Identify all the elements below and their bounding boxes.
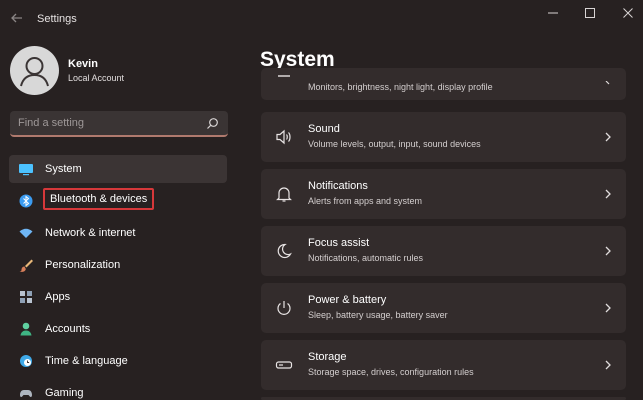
title-bar: Settings [0, 0, 643, 38]
card-title: Focus assist [308, 237, 370, 249]
card-subtitle: Notifications, automatic rules [308, 253, 424, 263]
bell-icon [275, 185, 293, 203]
account-type: Local Account [68, 73, 125, 83]
settings-card-notifications[interactable]: Notifications Alerts from apps and syste… [261, 169, 626, 219]
card-subtitle: Volume levels, output, input, sound devi… [308, 139, 481, 149]
settings-card-display[interactable]: Monitors, brightness, night light, displ… [261, 68, 626, 100]
sidebar-item-label: Gaming [45, 387, 84, 399]
back-arrow-icon[interactable] [9, 10, 25, 26]
sidebar-item-apps[interactable]: Apps [9, 283, 227, 311]
sidebar-item-label: Personalization [45, 259, 121, 271]
sidebar-item-label: System [45, 163, 82, 175]
search-box [10, 111, 228, 137]
sidebar-item-gaming[interactable]: Gaming [9, 379, 227, 400]
chevron-right-icon [602, 187, 614, 201]
card-title: Storage [308, 351, 347, 363]
main-content: System Monitors, brightness, night light… [250, 38, 643, 400]
settings-card-focus-assist[interactable]: Focus assist Notifications, automatic ru… [261, 226, 626, 276]
close-icon[interactable] [617, 4, 639, 22]
highlight-box: Bluetooth & devices [43, 188, 155, 210]
card-subtitle: Monitors, brightness, night light, displ… [308, 82, 493, 92]
settings-card-storage[interactable]: Storage Storage space, drives, configura… [261, 340, 626, 390]
sidebar-item-label: Network & internet [45, 227, 136, 239]
storage-icon [275, 356, 293, 374]
monitor-icon [18, 161, 34, 177]
search-icon[interactable] [206, 117, 219, 130]
person-icon [20, 57, 49, 87]
globe-icon [18, 353, 34, 369]
minimize-icon[interactable] [542, 4, 564, 22]
moon-icon [275, 242, 293, 260]
settings-card-power-battery[interactable]: Power & battery Sleep, battery usage, ba… [261, 283, 626, 333]
sidebar-item-personalization[interactable]: Personalization [9, 251, 227, 279]
sidebar-item-label: Bluetooth & devices [50, 193, 148, 205]
chevron-right-icon [602, 74, 614, 88]
avatar[interactable] [10, 46, 59, 95]
sidebar: Kevin Local Account System Bluetooth & d… [0, 38, 240, 400]
card-title: Power & battery [308, 294, 387, 306]
bluetooth-icon [18, 193, 34, 209]
settings-card-sound[interactable]: Sound Volume levels, output, input, soun… [261, 112, 626, 162]
card-subtitle: Sleep, battery usage, battery saver [308, 310, 448, 320]
gamepad-icon [18, 385, 34, 400]
sidebar-item-label: Accounts [45, 323, 91, 335]
power-icon [275, 299, 293, 317]
apps-icon [18, 289, 34, 305]
chevron-right-icon [602, 301, 614, 315]
card-subtitle: Alerts from apps and system [308, 196, 423, 206]
sidebar-item-time-language[interactable]: Time & language [9, 347, 227, 375]
sidebar-item-network[interactable]: Network & internet [9, 219, 227, 247]
sidebar-item-label: Time & language [45, 355, 128, 367]
user-name: Kevin [68, 58, 98, 70]
sidebar-item-label: Apps [45, 291, 71, 303]
chevron-right-icon [602, 358, 614, 372]
card-title: Sound [308, 123, 340, 135]
sidebar-item-bluetooth[interactable]: Bluetooth & devices [9, 187, 227, 215]
maximize-icon[interactable] [579, 4, 601, 22]
display-icon [275, 68, 293, 86]
brush-icon [18, 257, 34, 273]
card-subtitle: Storage space, drives, configuration rul… [308, 367, 474, 377]
sidebar-item-accounts[interactable]: Accounts [9, 315, 227, 343]
search-input[interactable] [18, 117, 198, 129]
window-title: Settings [37, 13, 77, 25]
person-icon [18, 321, 34, 337]
speaker-icon [275, 128, 293, 146]
card-title: Notifications [308, 180, 368, 192]
chevron-right-icon [602, 130, 614, 144]
wifi-icon [18, 225, 34, 241]
chevron-right-icon [602, 244, 614, 258]
sidebar-item-system[interactable]: System [9, 155, 227, 183]
